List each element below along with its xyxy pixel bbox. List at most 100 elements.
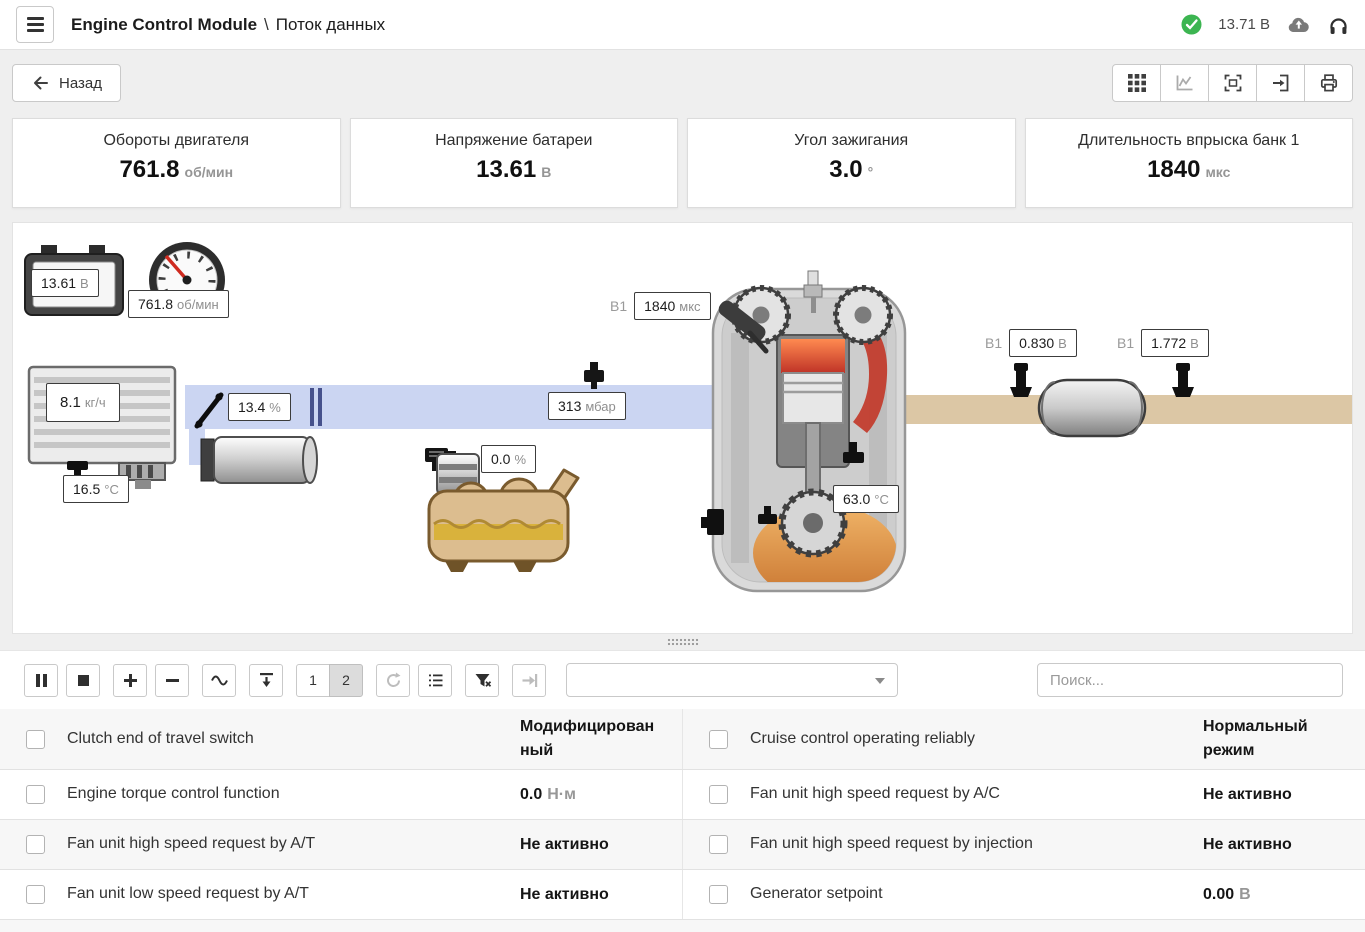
filter-clear-icon [473, 671, 492, 690]
headphones-button[interactable] [1328, 15, 1349, 35]
graph-button[interactable] [202, 664, 236, 697]
app-header: Engine Control Module\Поток данных 13.71… [0, 0, 1365, 50]
header-status: 13.71 В [1181, 14, 1349, 35]
row-checkbox[interactable] [709, 885, 728, 904]
row-checkbox[interactable] [26, 835, 45, 854]
label-value: 1.772 [1151, 335, 1186, 351]
param-cell[interactable]: Cruise control operating reliably Нормал… [682, 709, 1365, 769]
param-value: Нормальный режим [1203, 715, 1345, 763]
card-value-number: 761.8 [119, 156, 179, 183]
map-sensor-icon [584, 362, 604, 389]
row-checkbox[interactable] [26, 785, 45, 804]
goto-icon [520, 671, 539, 690]
chevron-down-icon [875, 678, 885, 684]
chart-view-button[interactable] [1160, 64, 1209, 102]
cloud-upload-icon [1286, 15, 1312, 35]
refresh-button[interactable] [376, 664, 410, 697]
label-unit: В [80, 276, 89, 291]
param-name: Cruise control operating reliably [750, 728, 1203, 750]
page-2-button[interactable]: 2 [329, 664, 363, 697]
minus-icon [163, 671, 182, 690]
pause-button[interactable] [24, 664, 58, 697]
param-value-number: Модифицированный [520, 718, 654, 759]
stop-button[interactable] [66, 664, 100, 697]
param-name: Fan unit high speed request by A/T [67, 833, 520, 855]
cloud-upload-button[interactable] [1286, 15, 1312, 35]
param-cell[interactable]: Fan unit low speed request by A/T Не акт… [0, 870, 682, 919]
param-cell[interactable]: Fan unit high speed request by A/T Не ак… [0, 820, 682, 869]
menu-button[interactable] [16, 6, 54, 43]
expand-icon [1223, 73, 1243, 93]
card-value-number: 1840 [1147, 156, 1200, 183]
param-value: Не активно [520, 883, 662, 907]
label-unit: В [1190, 336, 1199, 351]
supply-voltage-text: 13.71 В [1218, 16, 1270, 33]
fit-view-button[interactable] [1208, 64, 1257, 102]
table-row: Engine torque control function 0.0Н·м Fa… [0, 770, 1365, 820]
label-value: 1840 [644, 298, 675, 314]
label-unit: кг/ч [85, 395, 106, 410]
goto-button[interactable] [512, 664, 546, 697]
param-value: Не активно [1203, 783, 1345, 807]
param-value: 0.0Н·м [520, 783, 662, 807]
export-icon [1271, 73, 1291, 93]
add-parameter-button[interactable] [113, 664, 147, 697]
param-value: Не активно [520, 833, 662, 857]
engine-diagram-panel: 13.61В 761.8об/мин 8.1кг/ч 16.5°C 13.4% … [12, 222, 1353, 634]
table-row-partial [0, 920, 1365, 932]
param-cell[interactable]: Fan unit high speed request by injection… [682, 820, 1365, 869]
param-cell[interactable]: Fan unit high speed request by A/C Не ак… [682, 770, 1365, 819]
label-unit: °C [104, 482, 119, 497]
bank-label: B1 [985, 335, 1002, 351]
label-value: 0.830 [1019, 335, 1054, 351]
label-value: 313 [558, 398, 581, 414]
splitter-handle[interactable] [0, 634, 1365, 650]
print-button[interactable] [1304, 64, 1353, 102]
search-input[interactable] [1037, 663, 1343, 697]
param-value-number: Не активно [520, 836, 609, 853]
page-1-label: 1 [309, 672, 317, 688]
row-checkbox[interactable] [26, 730, 45, 749]
idle-actuator-icon [201, 437, 317, 483]
table-row: Fan unit high speed request by A/T Не ак… [0, 820, 1365, 870]
param-value: 0.00В [1203, 883, 1345, 907]
param-value-number: Не активно [1203, 786, 1292, 803]
param-cell[interactable]: Clutch end of travel switch Модифицирова… [0, 709, 682, 769]
grid-view-button[interactable] [1112, 64, 1161, 102]
list-button[interactable] [418, 664, 452, 697]
remove-parameter-button[interactable] [155, 664, 189, 697]
card-title: Обороты двигателя [13, 132, 340, 150]
coolant-temp-label: 63.0°C [833, 485, 899, 513]
group-select[interactable] [566, 663, 898, 697]
purge-duty-label: 0.0% [481, 445, 536, 473]
label-value: 761.8 [138, 296, 173, 312]
row-checkbox[interactable] [709, 785, 728, 804]
page-1-button[interactable]: 1 [296, 664, 330, 697]
clear-filter-button[interactable] [465, 664, 499, 697]
title-module: Engine Control Module [71, 15, 257, 34]
data-stream-panel: 1 2 Clutch end of travel switch Модифици… [0, 650, 1365, 932]
row-checkbox[interactable] [709, 835, 728, 854]
export-button[interactable] [1256, 64, 1305, 102]
param-value: Не активно [1203, 833, 1345, 857]
param-cell[interactable]: Generator setpoint 0.00В [682, 870, 1365, 919]
row-checkbox[interactable] [709, 730, 728, 749]
card-value: 761.8об/мин [13, 156, 340, 184]
param-value-number: 0.00 [1203, 886, 1234, 903]
card-value-number: 13.61 [476, 156, 536, 183]
row-checkbox[interactable] [26, 885, 45, 904]
label-value: 16.5 [73, 481, 100, 497]
param-name: Fan unit high speed request by injection [750, 833, 1203, 855]
refresh-icon [384, 671, 403, 690]
bank-label: B1 [1117, 335, 1134, 351]
back-button[interactable]: Назад [12, 64, 121, 102]
card-unit: ° [868, 164, 874, 180]
metrics-row: Обороты двигателя 761.8об/мин Напряжение… [0, 118, 1365, 208]
back-arrow-icon [31, 74, 49, 92]
manifold-pressure-label: 313мбар [548, 392, 626, 420]
battery-voltage-label: 13.61В [31, 269, 99, 297]
param-cell[interactable]: Engine torque control function 0.0Н·м [0, 770, 682, 819]
scale-button[interactable] [249, 664, 283, 697]
stream-toolbar: 1 2 [0, 651, 1365, 709]
engine-diagram-svg [13, 223, 1352, 633]
